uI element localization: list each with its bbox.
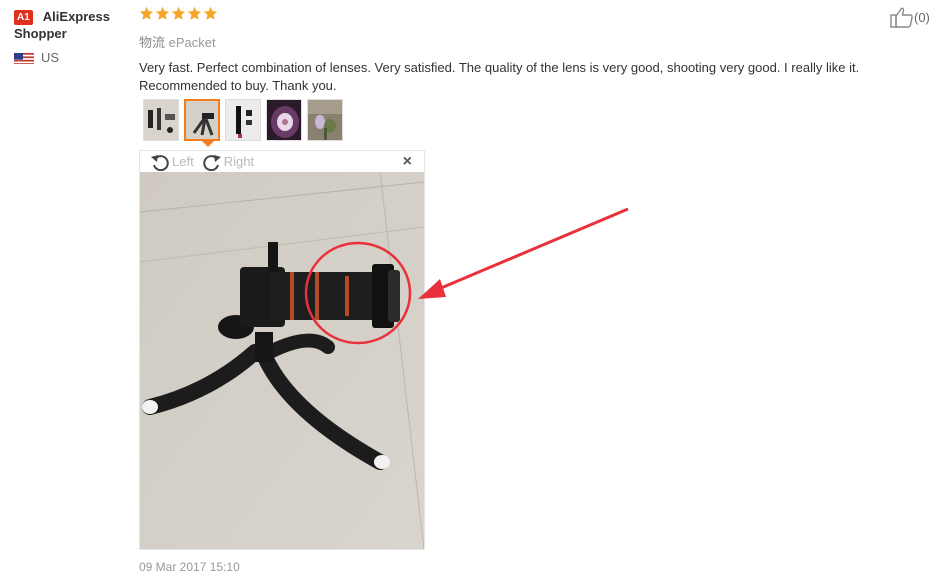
reviewer-name: AliExpress: [42, 9, 110, 24]
viewer-toolbar: Left Right ×: [140, 151, 424, 172]
star-rating: [139, 6, 919, 24]
us-flag-icon: [14, 52, 34, 64]
rotate-right-label: Right: [223, 154, 255, 169]
shipping-method-name: ePacket: [168, 35, 216, 50]
photo-thumbnail-active[interactable]: [184, 99, 220, 141]
review-text: Very fast. Perfect combination of lenses…: [139, 60, 860, 93]
star-icon: [139, 6, 154, 20]
helpful-count: (0): [914, 9, 930, 25]
photo-viewer: Left Right ×: [139, 150, 425, 550]
star-icon: [171, 6, 186, 20]
active-thumbnail-pointer: [202, 141, 214, 147]
rotate-right-icon: [202, 154, 221, 171]
rotate-right-button[interactable]: Right: [202, 153, 254, 171]
rotate-left-label: Left: [172, 154, 194, 169]
buyer-level-badge: A1: [14, 10, 33, 25]
photo-thumbnails: [143, 99, 343, 141]
photo-thumbnail[interactable]: [307, 99, 343, 141]
shipping-method: 物流 ePacket: [139, 32, 919, 51]
photo-thumbnail[interactable]: [266, 99, 302, 141]
review-photo: [140, 172, 424, 549]
star-icon: [155, 6, 170, 20]
review-body: 物流 ePacket Very fast. Perfect combinatio…: [139, 6, 919, 95]
shipping-label: 物流: [139, 35, 166, 50]
reviewer-name-line2: Shopper: [14, 26, 67, 41]
star-icon: [187, 6, 202, 20]
rotate-left-button[interactable]: Left: [150, 153, 194, 171]
photo-thumbnail[interactable]: [143, 99, 179, 141]
review-date: 09 Mar 2017 15:10: [139, 560, 240, 574]
helpful-button[interactable]: (0): [890, 6, 930, 28]
star-icon: [203, 6, 218, 20]
reviewer-info: A1 AliExpress Shopper US: [14, 8, 134, 65]
rotate-left-icon: [151, 154, 169, 171]
annotation-arrow: [418, 207, 629, 299]
photo-thumbnail[interactable]: [225, 99, 261, 141]
close-icon[interactable]: ×: [403, 153, 412, 171]
reviewer-country: US: [41, 50, 60, 65]
thumbs-up-icon: [890, 7, 913, 28]
